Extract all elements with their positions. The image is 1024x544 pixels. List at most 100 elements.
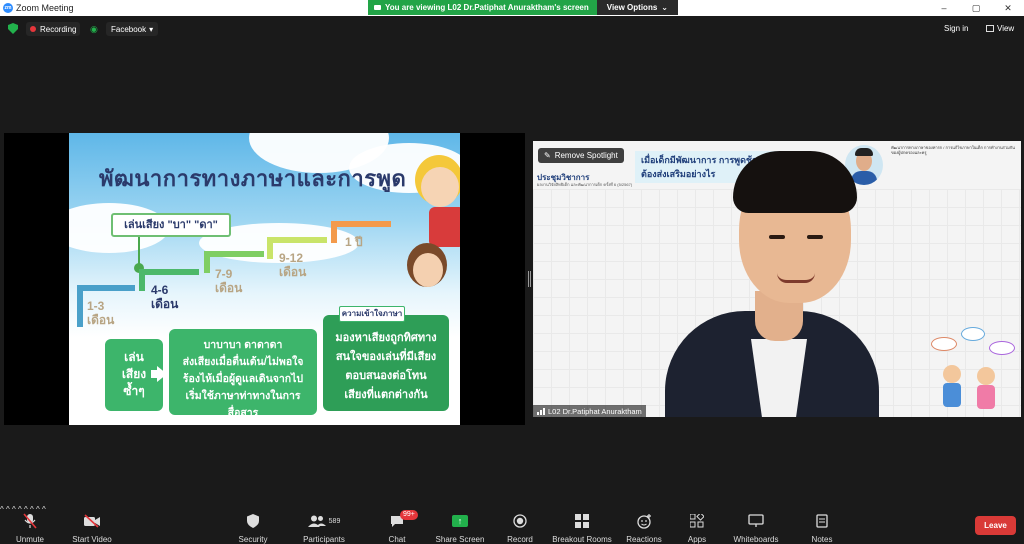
speech-bubble-icon <box>989 341 1015 355</box>
minimize-button[interactable]: – <box>928 0 960 16</box>
recording-indicator[interactable]: Recording <box>26 22 81 36</box>
age-num: 9-12 <box>279 251 304 265</box>
remove-spotlight-label: Remove Spotlight <box>554 151 618 160</box>
view-options-label: View Options <box>606 3 658 12</box>
chat-label: Chat <box>388 535 406 544</box>
understanding-line: ตอบสนองต่อโทน <box>345 370 427 382</box>
livestream-dropdown[interactable]: Facebook ▾ <box>106 22 159 36</box>
age-label-1: 1-3 เดือน <box>87 299 114 327</box>
child-face-illustration <box>421 167 459 207</box>
step-1 <box>77 285 135 291</box>
start-video-button[interactable]: Start Video <box>57 513 127 544</box>
leave-button[interactable]: Leave <box>975 516 1016 535</box>
panel-splitter-handle[interactable] <box>527 271 531 287</box>
girl-face-illustration <box>413 253 443 287</box>
speaker-eye <box>807 235 823 239</box>
whiteboards-button[interactable]: Whiteboards <box>721 513 791 544</box>
age-label-4: 9-12 เดือน <box>279 251 306 279</box>
breakout-rooms-icon <box>547 513 617 529</box>
babble-line: บาบาบา ดาดาดา <box>203 339 283 351</box>
arrow-right-icon <box>157 366 167 382</box>
step-4 <box>267 237 327 243</box>
muted-mic-icon <box>0 513 65 529</box>
window-controls: – ▢ ✕ <box>928 0 1024 16</box>
maximize-button[interactable]: ▢ <box>960 0 992 16</box>
participants-count: 589 <box>328 517 341 525</box>
close-window-button[interactable]: ✕ <box>992 0 1024 16</box>
sign-in-link[interactable]: Sign in <box>944 24 968 33</box>
age-label-5: 1 ปี <box>345 235 363 249</box>
speaker-eye <box>769 235 785 239</box>
understanding-box: มองหาเสียงถูกทิศทาง สนใจของเล่นที่มีเสีย… <box>323 315 449 411</box>
age-unit: เดือน <box>215 281 243 295</box>
livestream-label: Facebook <box>111 24 147 34</box>
age-unit: เดือน <box>87 313 115 327</box>
notes-button[interactable]: Notes <box>787 513 857 544</box>
view-label: View <box>997 24 1015 33</box>
security-shield-icon[interactable] <box>8 23 18 34</box>
notes-icon <box>787 513 857 529</box>
age-num: 1-3 <box>87 299 105 313</box>
speaker-hair <box>733 151 857 213</box>
understanding-tag: ความเข้าใจภาษา <box>339 306 405 322</box>
recording-label: Recording <box>40 24 77 34</box>
bg-slide-subtext: ผลงานวิจัยสิทธิเด็ก และพัฒนาการเด็ก ครั้… <box>537 182 633 187</box>
video-off-icon <box>57 513 127 529</box>
speaker-smile <box>777 273 815 283</box>
record-label: Record <box>507 535 533 544</box>
record-dot-icon <box>30 26 36 32</box>
cartoon-child-body <box>943 383 961 407</box>
whiteboard-icon <box>721 513 791 529</box>
participant-name-tag: L02 Dr.Patiphat Anuraktham <box>533 405 646 417</box>
view-layout-icon <box>986 25 994 32</box>
meeting-toolbar: Unmute ^ Start Video ^ Security 589 Part… <box>0 505 1024 544</box>
participants-button[interactable]: 589 Participants <box>289 513 359 544</box>
age-num: 7-9 <box>215 267 233 281</box>
view-button[interactable]: View <box>986 24 1014 33</box>
step-5-riser <box>331 221 337 243</box>
screen-share-icon <box>374 5 381 10</box>
babble-line: เริ่มใช้ภาษาท่าทางในการสื่อสาร <box>185 390 301 419</box>
participant-name: L02 Dr.Patiphat Anuraktham <box>548 406 642 416</box>
babble-label: เล่นเสียง "บา" "ดา" <box>111 213 231 237</box>
understanding-line: สนใจของเล่นที่มีเสียง <box>335 351 437 363</box>
presentation-slide: พัฒนาการทางภาษาและการพูด เล่นเสียง "บา" … <box>69 133 460 425</box>
slide-title: พัฒนาการทางภาษาและการพูด <box>99 167 407 192</box>
age-unit: เดือน <box>151 297 179 311</box>
bg-slide-right-text: พัฒนาการทางภาษาของทารก / การแก้ไขภาษาในเ… <box>891 145 1015 155</box>
chevron-down-icon: ⌄ <box>661 3 668 12</box>
step-1-riser <box>77 285 83 327</box>
step-4-riser <box>267 237 273 259</box>
breakout-rooms-button[interactable]: Breakout Rooms <box>547 513 617 544</box>
age-unit: เดือน <box>279 265 307 279</box>
security-label: Security <box>238 535 268 544</box>
meeting-topbar: Recording ◉ Facebook ▾ Sign in View <box>0 17 1024 41</box>
security-button[interactable]: Security <box>218 513 288 544</box>
step-5 <box>331 221 391 227</box>
unmute-label: Unmute <box>15 535 44 544</box>
view-options-button[interactable]: View Options ⌄ <box>596 0 678 15</box>
caret-down-icon: ▾ <box>149 24 154 34</box>
age-label-2: 4-6 เดือน <box>151 283 178 311</box>
age-num: 1 ปี <box>345 235 363 249</box>
cartoon-child-face <box>943 365 961 383</box>
chat-button[interactable]: 99+ Chat <box>362 510 432 544</box>
step-2 <box>139 269 199 275</box>
shield-icon <box>218 513 288 529</box>
speaker-video: ประชุมวิชาการ ผลงานวิจัยสิทธิเด็ก และพัฒ… <box>533 141 1021 417</box>
chat-unread-badge: 99+ <box>400 510 418 520</box>
babble-line: ร้องไห้เมื่อผู้ดูแลเดินจากไป <box>182 373 304 385</box>
whiteboards-label: Whiteboards <box>733 535 779 544</box>
record-button[interactable]: Record <box>485 513 555 544</box>
participants-label: Participants <box>303 535 345 544</box>
babble-line: ส่งเสียงเมื่อตื่นเต้น/ไม่พอใจ <box>182 356 304 368</box>
remove-spotlight-button[interactable]: ✎ Remove Spotlight <box>538 148 624 163</box>
unmute-button[interactable]: Unmute <box>0 513 65 544</box>
live-stream-icon: ◉ <box>90 24 98 34</box>
cartoon-child-body <box>977 385 995 409</box>
understanding-line: มองหาเสียงถูกทิศทาง <box>335 332 437 344</box>
step-2-riser <box>139 269 145 291</box>
share-banner-message: You are viewing L02 Dr.Patiphat Anurakth… <box>368 0 597 15</box>
zoom-app-icon: zm <box>3 3 13 13</box>
step-3 <box>204 251 264 257</box>
